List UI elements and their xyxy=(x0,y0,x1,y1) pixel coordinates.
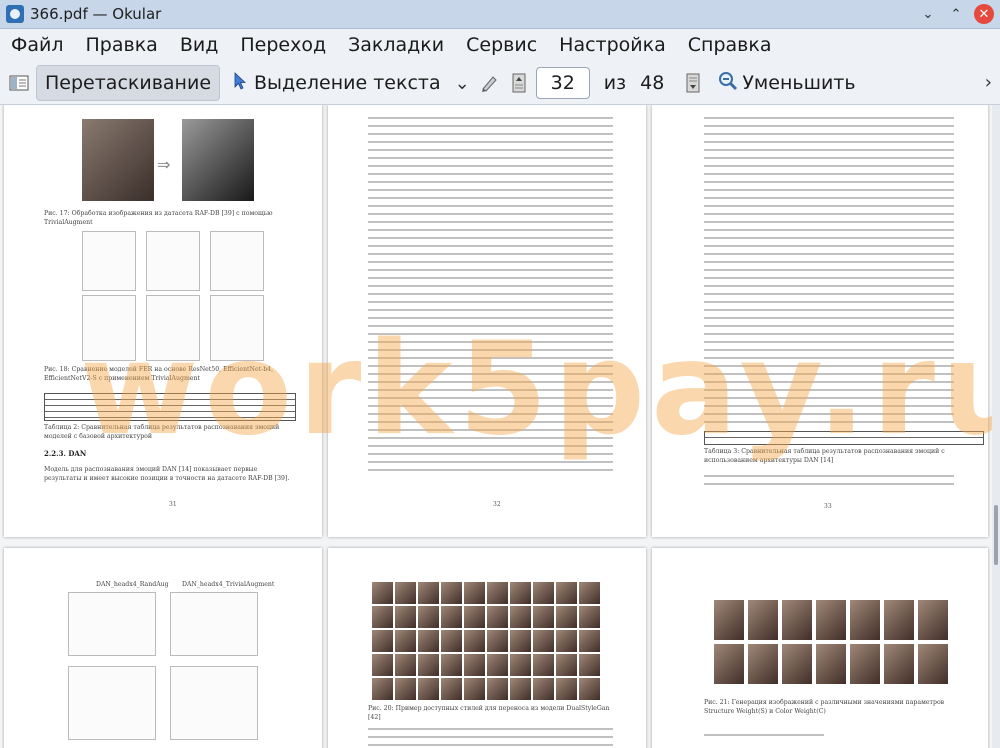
plot-a-title: DAN_headx4_RandAug xyxy=(96,581,169,588)
vertical-scrollbar[interactable] xyxy=(992,105,1000,748)
face-grid-figure xyxy=(372,582,600,700)
chart-thumbnail xyxy=(68,592,156,656)
menu-tools[interactable]: Сервис xyxy=(455,34,548,56)
chart-thumbnail xyxy=(210,231,264,291)
annotate-pen-icon[interactable] xyxy=(478,72,500,94)
previous-page-icon[interactable] xyxy=(508,72,530,94)
figure-face-augmented xyxy=(182,119,254,201)
chart-thumbnail xyxy=(82,231,136,291)
current-page-input[interactable] xyxy=(535,67,590,99)
okular-app-icon xyxy=(6,5,24,23)
page-of-label: из xyxy=(603,72,627,94)
menu-view[interactable]: Вид xyxy=(169,34,230,56)
page-number: 32 xyxy=(493,501,501,508)
results-table-3 xyxy=(704,431,984,445)
zoom-out-icon xyxy=(718,71,738,96)
figure-face-original xyxy=(82,119,154,201)
menu-bookmarks[interactable]: Закладки xyxy=(337,34,455,56)
body-text xyxy=(704,734,824,742)
text-select-label: Выделение текста xyxy=(254,72,441,94)
results-table-2 xyxy=(44,393,296,421)
table-2-caption: Таблица 2: Сравнительная таблица результ… xyxy=(44,424,280,440)
page-36: Рис. 21: Генерация изображений с различн… xyxy=(652,548,988,748)
menu-bar: Файл Правка Вид Переход Закладки Сервис … xyxy=(0,29,1000,61)
arrow-icon: ⇒ xyxy=(157,155,171,174)
scrollbar-thumb[interactable] xyxy=(994,505,998,565)
chart-thumbnail xyxy=(146,231,200,291)
zoom-out-label: Уменьшить xyxy=(742,72,856,94)
page-31: ⇒ Рис. 17: Обработка изображения из дата… xyxy=(4,105,322,537)
section-heading: 2.2.3. DAN xyxy=(44,449,87,458)
toolbar-overflow-arrow[interactable]: › xyxy=(985,72,992,93)
page-35: Рис. 20: Пример доступных стилей для пер… xyxy=(328,548,646,748)
title-bar: 366.pdf — Okular ⌄ ⌃ ✕ xyxy=(0,0,1000,29)
table-3-caption: Таблица 3: Сравнительная таблица результ… xyxy=(704,448,945,464)
section-paragraph: Модель для распознавания эмоций DAN [14]… xyxy=(44,466,290,482)
body-text xyxy=(704,475,954,491)
page-34: DAN_headx4_RandAug DAN_headx4_TrivialAug… xyxy=(4,548,322,748)
menu-go[interactable]: Переход xyxy=(229,34,337,56)
body-text xyxy=(704,117,954,429)
body-text xyxy=(368,117,613,477)
close-window-button[interactable]: ✕ xyxy=(974,4,994,24)
document-view[interactable]: ⇒ Рис. 17: Обработка изображения из дата… xyxy=(0,105,992,748)
page-number: 33 xyxy=(824,503,832,510)
figure-21-caption: Рис. 21: Генерация изображений с различн… xyxy=(704,699,945,715)
plot-b-title: DAN_headx4_TrivialAugment xyxy=(182,581,275,588)
next-page-icon[interactable] xyxy=(682,72,704,94)
main-toolbar: Перетаскивание Выделение текста ⌄ из 48 … xyxy=(0,62,1000,105)
figure-20-caption: Рис. 20: Пример доступных стилей для пер… xyxy=(368,705,610,721)
menu-edit[interactable]: Правка xyxy=(75,34,169,56)
menu-file[interactable]: Файл xyxy=(0,34,75,56)
browse-tool-label: Перетаскивание xyxy=(45,72,212,94)
sidebar-toggle-icon[interactable] xyxy=(8,72,30,94)
chart-thumbnail xyxy=(146,295,200,361)
menu-help[interactable]: Справка xyxy=(677,34,783,56)
collapse-window-button[interactable]: ⌄ xyxy=(918,4,938,24)
chevron-down-icon[interactable]: ⌄ xyxy=(455,73,470,94)
maximize-window-button[interactable]: ⌃ xyxy=(946,4,966,24)
total-pages-label: 48 xyxy=(640,72,665,94)
menu-settings[interactable]: Настройка xyxy=(548,34,677,56)
browse-tool-button[interactable]: Перетаскивание xyxy=(36,65,221,101)
figure-18-caption: Рис. 18: Сравнение моделей FER на основе… xyxy=(44,366,274,382)
body-text xyxy=(368,728,613,748)
page-number: 31 xyxy=(169,501,177,508)
chart-thumbnail xyxy=(68,666,156,740)
figure-17-caption: Рис. 17: Обработка изображения из датасе… xyxy=(44,210,273,226)
chart-thumbnail xyxy=(170,666,258,740)
chart-thumbnail xyxy=(170,592,258,656)
page-32: 32 xyxy=(328,105,646,537)
text-select-tool-button[interactable]: Выделение текста xyxy=(226,66,449,100)
page-33: Таблица 3: Сравнительная таблица результ… xyxy=(652,105,988,537)
cursor-arrow-icon xyxy=(234,71,248,95)
chart-thumbnail xyxy=(82,295,136,361)
chart-thumbnail xyxy=(210,295,264,361)
window-title: 366.pdf — Okular xyxy=(30,5,162,23)
zoom-out-button[interactable]: Уменьшить xyxy=(710,66,863,100)
style-grid-figure xyxy=(714,600,948,684)
